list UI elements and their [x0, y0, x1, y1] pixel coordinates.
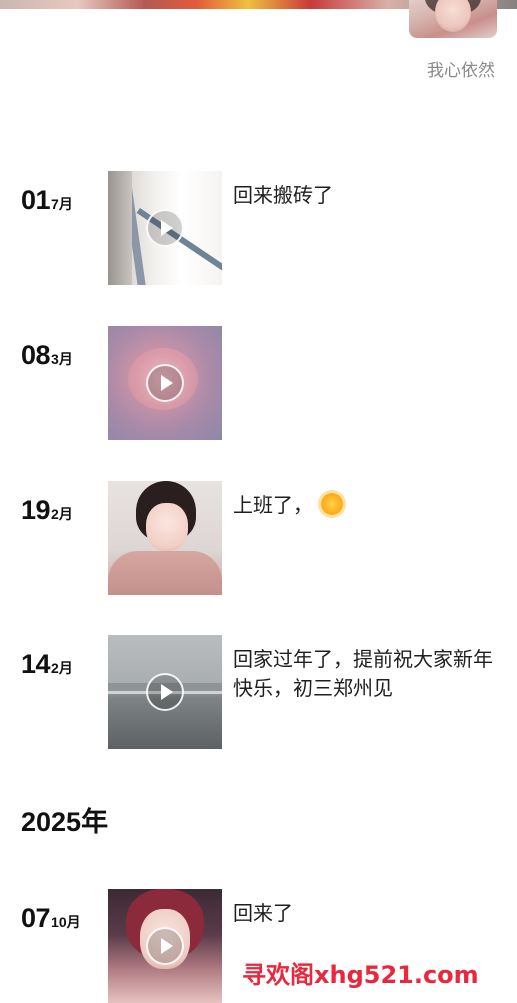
- post-day: 19: [21, 495, 51, 525]
- post-day: 01: [21, 185, 51, 215]
- play-icon[interactable]: [146, 209, 184, 247]
- post-thumbnail[interactable]: [108, 889, 222, 1003]
- post-date: 083月: [21, 340, 73, 371]
- post-text: 上班了，: [233, 491, 503, 520]
- post-thumbnail[interactable]: [108, 326, 222, 440]
- play-icon[interactable]: [146, 364, 184, 402]
- post-text: 回来了: [233, 901, 293, 925]
- post-month: 3月: [51, 351, 73, 367]
- portrait-face: [146, 503, 188, 551]
- post-thumbnail[interactable]: [108, 481, 222, 595]
- post-month: 2月: [51, 506, 73, 522]
- post-month: 2月: [51, 660, 73, 676]
- post-day: 07: [21, 903, 51, 933]
- avatar-face: [435, 0, 471, 32]
- post-date: 142月: [21, 649, 73, 680]
- sun-icon: [321, 493, 343, 515]
- post-text: 回家过年了，提前祝大家新年快乐，初三郑州见: [233, 647, 493, 700]
- post-text: 回来搬砖了: [233, 183, 333, 207]
- post-month: 10月: [51, 914, 81, 930]
- post-thumbnail[interactable]: [108, 171, 222, 285]
- play-icon[interactable]: [146, 673, 184, 711]
- avatar[interactable]: [409, 0, 497, 38]
- play-icon[interactable]: [146, 927, 184, 965]
- post-thumbnail[interactable]: [108, 635, 222, 749]
- window-frame-shadow: [108, 171, 132, 285]
- post-month: 7月: [51, 196, 73, 212]
- post-text-content: 上班了，: [233, 493, 313, 517]
- post-date: 192月: [21, 495, 73, 526]
- watermark: 寻欢阁xhg521.com: [242, 961, 479, 989]
- post-date: 0710月: [21, 903, 81, 934]
- portrait-sweater: [108, 551, 222, 595]
- year-header: 2025年: [21, 807, 109, 837]
- post-day: 08: [21, 340, 51, 370]
- profile-nickname[interactable]: 我心依然: [427, 56, 495, 81]
- post-date: 017月: [21, 185, 73, 216]
- post-day: 14: [21, 649, 51, 679]
